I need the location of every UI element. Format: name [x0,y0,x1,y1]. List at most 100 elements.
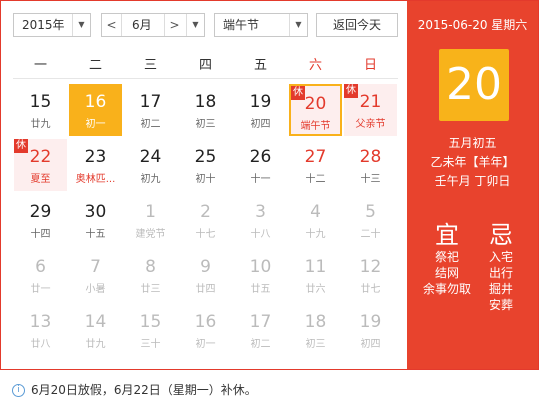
rest-day-badge: 休 [14,139,28,153]
date-number: 9 [200,257,211,277]
lunar-label: 小暑 [85,284,106,295]
date-cell[interactable]: 6 廿一 [14,249,67,301]
date-number: 6 [35,257,46,277]
lunar-label: 初四 [250,119,271,130]
date-number: 17 [139,92,162,112]
date-cell[interactable]: 15 三十 [124,304,177,356]
prev-month-icon[interactable]: < [102,14,122,36]
date-cell[interactable]: 9 廿四 [179,249,232,301]
date-number: 10 [249,257,272,277]
weekday-label: 一 [33,58,47,73]
date-cell[interactable]: 18 初三 [179,84,232,136]
date-cell[interactable]: 8 廿三 [124,249,177,301]
ji-item: 安葬 [488,298,513,312]
date-cell[interactable]: 30 十五 [69,194,122,246]
date-cell[interactable]: 15 廿九 [14,84,67,136]
year-select[interactable]: 2015年 ▼ [13,13,91,37]
lunar-label: 廿四 [195,284,216,295]
lunar-label: 初二 [140,119,161,130]
date-cell[interactable]: 1 建党节 [124,194,177,246]
date-cell[interactable]: 29 十四 [14,194,67,246]
lunar-label: 初一 [85,119,106,130]
date-cell[interactable]: 26 十一 [234,139,287,191]
holiday-notice-text: 6月20日放假，6月22日（星期一）补休。 [31,383,257,397]
date-cell[interactable]: 17 初二 [124,84,177,136]
yi-list: 祭祀 结网 余事勿取 [422,249,472,297]
weekday-label: 日 [363,58,377,73]
lunar-label: 廿九 [85,339,106,350]
date-cell[interactable]: 2 十七 [179,194,232,246]
date-cell[interactable]: 13 廿八 [14,304,67,356]
date-cell[interactable]: 25 初十 [179,139,232,191]
lunar-label: 廿七 [360,284,381,295]
chevron-down-icon: ▼ [72,14,90,36]
info-icon: i [12,384,25,397]
lunar-label: 初四 [360,339,381,350]
date-cell[interactable]: 21 父亲节休 [344,84,397,136]
date-number: 19 [359,312,382,332]
weekday-label: 三 [143,58,157,73]
lunar-label: 三十 [140,339,161,350]
date-number: 29 [29,202,52,222]
date-cell[interactable]: 5 二十 [344,194,397,246]
ji-heading: 忌 [489,221,513,249]
ji-item: 入宅 [488,250,513,264]
lunar-label: 十二 [305,174,326,185]
date-cell[interactable]: 4 十九 [289,194,342,246]
date-number: 13 [29,312,52,332]
date-number: 26 [249,147,272,167]
chevron-down-icon: ▼ [186,14,204,36]
calendar-main: 2015年 ▼ < 6月 > ▼ 端午节 ▼ 返回今天 一 二 三 四 五 六 … [1,1,407,369]
lunar-label: 十一 [250,174,271,185]
date-cell[interactable]: 20 端午节休 [289,84,342,136]
date-cell[interactable]: 16 初一 [69,84,122,136]
date-cell[interactable]: 28 十三 [344,139,397,191]
holiday-select[interactable]: 端午节 ▼ [214,13,308,37]
yi-item: 结网 [434,266,459,280]
lunar-label: 二十 [360,229,381,240]
lunar-label: 十七 [195,229,216,240]
date-cell[interactable]: 22 夏至休 [14,139,67,191]
month-select[interactable]: < 6月 > ▼ [101,13,205,37]
date-cell[interactable]: 27 十二 [289,139,342,191]
month-value: 6月 [132,18,152,32]
date-cell[interactable]: 11 廿六 [289,249,342,301]
lunar-label: 廿六 [305,284,326,295]
date-cell[interactable]: 12 廿七 [344,249,397,301]
date-cell[interactable]: 23 奥林匹... [69,139,122,191]
selected-date-text: 2015-06-20 星期六 [417,18,528,32]
ganzhi-month-day: 壬午月 丁卯日 [434,174,511,188]
weekday-header: 一 二 三 四 五 六 日 [13,55,398,79]
date-cell[interactable]: 10 廿五 [234,249,287,301]
rest-day-badge: 休 [344,84,358,98]
ganzhi-year: 乙未年【羊年】 [430,155,515,169]
lunar-label: 十三 [360,174,381,185]
date-number: 27 [304,147,327,167]
date-cell[interactable]: 24 初九 [124,139,177,191]
calendar-widget: 2015年 ▼ < 6月 > ▼ 端午节 ▼ 返回今天 一 二 三 四 五 六 … [0,0,539,370]
date-number: 28 [359,147,382,167]
lunar-label: 初十 [195,174,216,185]
date-cell[interactable]: 16 初一 [179,304,232,356]
date-cell[interactable]: 3 十八 [234,194,287,246]
date-number: 12 [359,257,382,277]
lunar-label: 十四 [30,229,51,240]
lunar-label: 初二 [250,339,271,350]
date-cell[interactable]: 19 初四 [344,304,397,356]
date-cell[interactable]: 7 小暑 [69,249,122,301]
next-month-icon[interactable]: > [164,14,184,36]
date-cell[interactable]: 18 初三 [289,304,342,356]
date-cell[interactable]: 14 廿九 [69,304,122,356]
lunar-label: 廿八 [30,339,51,350]
date-number: 2 [200,202,211,222]
weekday-label: 二 [88,58,102,73]
year-value: 2015年 [22,18,65,32]
date-number: 16 [84,92,107,112]
date-number: 15 [139,312,162,332]
lunar-label: 廿一 [30,284,51,295]
back-to-today-button[interactable]: 返回今天 [316,13,398,37]
date-number: 11 [304,257,327,277]
lunar-label: 初一 [195,339,216,350]
date-cell[interactable]: 17 初二 [234,304,287,356]
date-cell[interactable]: 19 初四 [234,84,287,136]
